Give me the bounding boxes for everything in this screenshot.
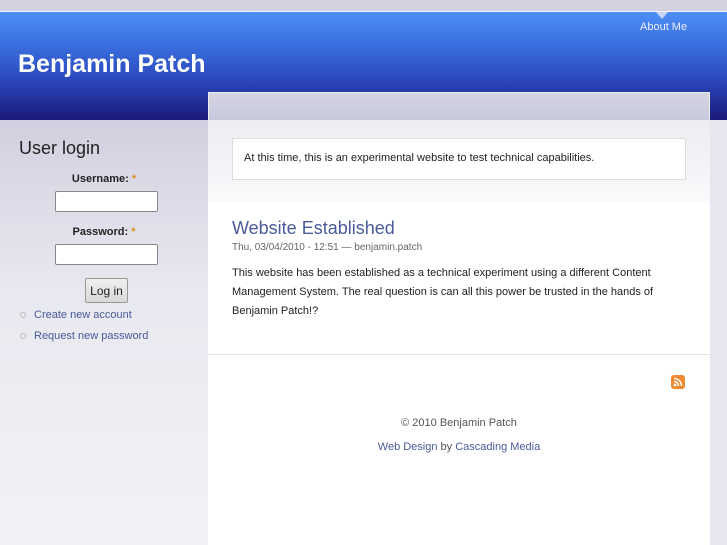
bullet-icon <box>20 312 26 318</box>
post-title-link[interactable]: Website Established <box>232 218 395 239</box>
site-notice: At this time, this is an experimental we… <box>232 138 686 180</box>
request-password-link[interactable]: Request new password <box>34 330 148 342</box>
required-mark: * <box>131 226 136 238</box>
copyright: © 2010 Benjamin Patch <box>401 417 517 429</box>
active-nav-indicator-icon <box>656 12 668 19</box>
login-block-title: User login <box>19 138 101 158</box>
password-input[interactable] <box>55 244 158 265</box>
main-panel-top <box>208 92 710 120</box>
notice-region: At this time, this is an experimental we… <box>208 120 710 202</box>
main-content: At this time, this is an experimental we… <box>208 120 710 545</box>
required-mark: * <box>131 173 137 185</box>
password-label-text: Password: <box>72 226 129 238</box>
top-bar <box>0 0 727 12</box>
username-input[interactable] <box>55 191 158 212</box>
web-design-link[interactable]: Web Design <box>378 441 438 453</box>
credit-by: by <box>437 441 456 453</box>
right-margin <box>710 120 727 545</box>
bullet-icon <box>20 333 26 339</box>
rss-feed-icon[interactable] <box>671 375 685 389</box>
username-label-text: Username: <box>71 173 129 185</box>
login-button[interactable]: Log in <box>85 278 128 303</box>
nav-about-me[interactable]: About Me <box>640 21 687 33</box>
cascading-media-link[interactable]: Cascading Media <box>455 441 540 453</box>
password-label: Password: * <box>0 226 208 238</box>
site-title[interactable]: Benjamin Patch <box>18 50 206 79</box>
post-body: This website has been established as a t… <box>232 267 654 317</box>
username-label: Username: * <box>0 173 208 185</box>
credit-line: Web Design by Cascading Media <box>208 441 710 453</box>
divider <box>208 354 710 355</box>
post-meta: Thu, 03/04/2010 - 12:51 — benjamin.patch <box>232 242 423 253</box>
create-account-link[interactable]: Create new account <box>34 309 132 321</box>
sidebar: User login Username: * Password: * Log i… <box>0 120 208 545</box>
